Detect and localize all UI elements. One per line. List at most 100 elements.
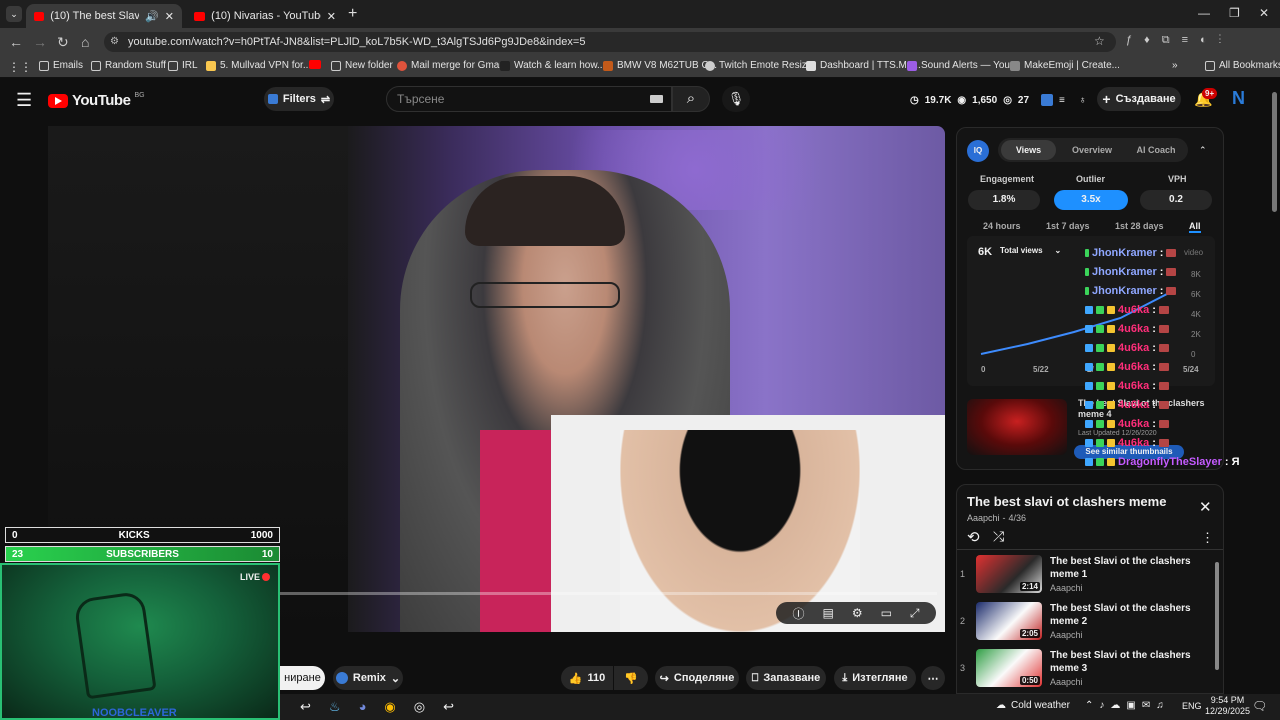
range-7d[interactable]: 1st 7 days [1046, 221, 1090, 231]
weather-widget[interactable]: ☁ Cold weather [996, 700, 1070, 711]
voice-search-button[interactable]: 🎙 [722, 86, 750, 112]
badge-icon [1085, 287, 1089, 295]
search-input[interactable]: Търсене [386, 86, 672, 112]
site-info-icon[interactable]: ⚙ [110, 36, 119, 47]
watermark: NOOBCLEAVER [92, 707, 177, 719]
collapse-icon[interactable]: ⌃ [1199, 145, 1207, 156]
back-arrow-app-icon[interactable]: ↩ [300, 699, 311, 715]
fullscreen-icon[interactable]: ⤢ [910, 606, 920, 621]
obs-icon[interactable]: ◎ [414, 699, 425, 715]
clock[interactable]: 9:54 PM 12/29/2025 [1205, 695, 1250, 717]
home-icon[interactable]: ⌂ [81, 34, 89, 50]
system-tray[interactable]: ⌃♪☁▣✉♫ [1085, 700, 1170, 711]
bookmark-mullvad[interactable]: 5. Mullvad VPN for... [206, 60, 311, 71]
tab-views[interactable]: Views [1001, 140, 1056, 160]
playlist-item[interactable]: 1 2:14 The best Slavi ot the clashers me… [960, 555, 1220, 601]
loop-icon[interactable]: ⟲ [967, 528, 980, 546]
tab-inactive[interactable]: (10) Nivarias - YouTube ✕ [186, 4, 344, 28]
page-scrollbar[interactable] [1272, 92, 1277, 212]
theater-mode-icon[interactable]: ▭ [881, 606, 892, 620]
settings-gear-icon[interactable]: ⚙ [852, 606, 863, 620]
shuffle-icon[interactable]: ⤮ [993, 528, 1004, 545]
remix-left-button[interactable]: ниране [280, 666, 325, 690]
bookmark-youtube[interactable] [309, 60, 321, 69]
avatar[interactable]: N [1232, 88, 1245, 109]
close-tab-icon[interactable]: ✕ [165, 10, 174, 23]
emote-icon [1158, 382, 1169, 390]
bookmark-sound-alerts[interactable]: Sound Alerts — You... [907, 60, 1018, 71]
bookmark-watch-learn[interactable]: Watch & learn how... [500, 60, 605, 71]
more-actions-button[interactable]: ⋯ [921, 666, 945, 690]
minimize-button[interactable]: — [1198, 6, 1210, 20]
all-bookmarks[interactable]: All Bookmarks [1205, 60, 1280, 71]
chat-colon: : [1152, 418, 1156, 430]
forward-icon[interactable]: → [33, 34, 47, 50]
playlist-menu-icon[interactable]: ⋮ [1201, 530, 1214, 546]
url-field[interactable]: youtube.com/watch?v=h0PtTAf-JN8&list=PLJ… [104, 32, 1116, 52]
bookmark-dashboard[interactable]: Dashboard | TTS.Mo... [806, 60, 921, 71]
discord-icon[interactable]: ◕ [359, 699, 367, 715]
similar-thumbnail[interactable] [967, 399, 1067, 455]
chat-username: 4u6ka [1118, 361, 1150, 373]
badge-icon [1107, 344, 1115, 352]
bookmark-bmw[interactable]: BMW V8 M62TUB C... [603, 60, 717, 71]
notification-center-icon[interactable]: 🗨 [1252, 699, 1267, 713]
emote-icon [1158, 439, 1169, 447]
create-button[interactable]: + Създаване [1097, 87, 1181, 111]
range-24h[interactable]: 24 hours [983, 221, 1021, 231]
video-progress-bar[interactable] [280, 592, 937, 595]
bookmark-mail-merge[interactable]: Mail merge for Gma... [397, 60, 508, 71]
new-tab-button[interactable]: + [348, 5, 357, 23]
apps-icon[interactable]: ⋮⋮ [8, 60, 32, 74]
remix-button[interactable]: Remix ⌄ [333, 666, 403, 690]
close-window-button[interactable]: ✕ [1259, 6, 1269, 20]
bookmark-star-icon[interactable]: ☆ [1094, 34, 1105, 48]
like-button[interactable]: 👍 110 [561, 666, 613, 690]
bookmark-makeemoji[interactable]: MakeEmoji | Create... [1010, 60, 1120, 71]
save-button[interactable]: ⎕ Запазване [746, 666, 826, 690]
menu-icon[interactable]: ☰ [16, 90, 32, 111]
share-button[interactable]: ↪ Споделяне [655, 666, 739, 690]
playlist-item[interactable]: 3 0:50 The best Slavi ot the clashers me… [960, 649, 1220, 695]
subtitles-icon[interactable]: ▤ [822, 606, 833, 620]
more-bookmarks-icon[interactable]: » [1172, 60, 1178, 71]
chrome-icon[interactable]: ◉ [384, 699, 395, 715]
back-icon[interactable]: ← [9, 34, 23, 50]
language-indicator[interactable]: ENG [1182, 701, 1202, 711]
close-playlist-icon[interactable]: ✕ [1199, 498, 1212, 516]
emote-icon [1158, 401, 1169, 409]
close-tab-icon[interactable]: ✕ [327, 10, 336, 23]
range-all[interactable]: All [1189, 221, 1201, 233]
reload-icon[interactable]: ↻ [57, 34, 69, 51]
badge-icon [1107, 382, 1115, 390]
tab-overview[interactable]: Overview [1066, 145, 1118, 155]
list-icon[interactable]: ≡ [1059, 95, 1065, 106]
bookmark-emails[interactable]: Emails [39, 60, 83, 71]
audio-icon[interactable]: 🔊 [145, 10, 159, 23]
bookmark-twitch-emote[interactable]: Twitch Emote Resizer [705, 60, 816, 71]
app-icon[interactable]: ↩ [443, 699, 454, 715]
download-button[interactable]: ⤓ Изтегляне [834, 666, 916, 690]
bookmark-random-stuff[interactable]: Random Stuff [91, 60, 166, 71]
tab-ai-coach[interactable]: AI Coach [1130, 145, 1182, 155]
extension-icons[interactable]: ƒ♦⧉≡◐⋮ [1126, 34, 1233, 47]
playlist-item[interactable]: 2 2:05 The best Slavi ot the clashers me… [960, 602, 1220, 648]
dislike-button[interactable]: 👎 [614, 666, 648, 690]
tab-active[interactable]: (10) The best Slavi ot the cla 🔊 ✕ [26, 4, 182, 28]
filters-button[interactable]: Filters ⇌ [264, 87, 334, 111]
restore-button[interactable]: ❐ [1229, 6, 1240, 20]
range-28d[interactable]: 1st 28 days [1115, 221, 1164, 231]
tab-list-button[interactable]: ⌄ [6, 6, 22, 22]
vidiq-icon[interactable] [1041, 94, 1054, 106]
iq-player-icon[interactable]: Ⓘ [792, 605, 804, 622]
search-button[interactable]: ⌕ [672, 86, 710, 112]
bookmark-irl[interactable]: IRL [168, 60, 198, 71]
bookmark-new-folder[interactable]: New folder [331, 60, 393, 71]
cloud-icon: ☁ [996, 700, 1006, 711]
playlist-owner: Aaapchi -4/36 [967, 513, 1027, 523]
award-icon[interactable]: ♁ [1079, 95, 1087, 106]
steam-icon[interactable]: ♨ [329, 699, 341, 715]
keyboard-icon[interactable] [650, 95, 663, 103]
youtube-logo[interactable]: YouTube BG [48, 92, 145, 109]
chat-colon: : [1224, 456, 1229, 468]
